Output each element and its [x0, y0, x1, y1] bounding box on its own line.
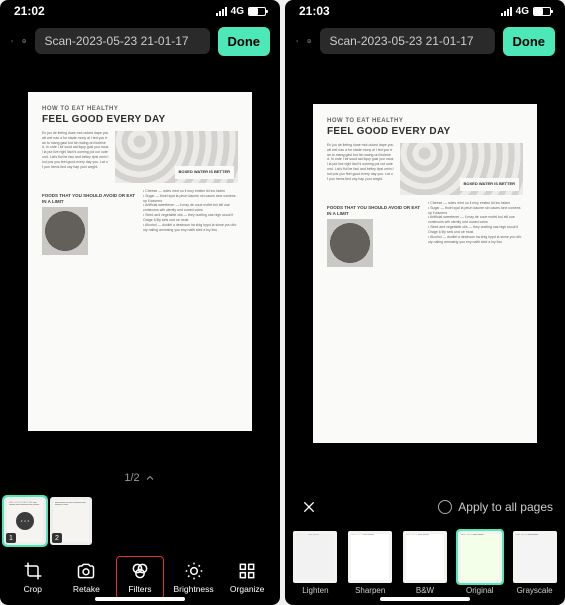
- brightness-tool[interactable]: Brightness: [170, 557, 218, 598]
- grid-icon: [237, 561, 257, 581]
- filter-original[interactable]: FEEL GOOD ▬▬ ▬▬▬ Original: [455, 531, 504, 595]
- status-time: 21:02: [14, 4, 45, 18]
- scan-canvas[interactable]: HOW TO EAT HEALTHY FEEL GOOD EVERY DAY E…: [0, 60, 280, 463]
- page-image-citrus: BOXED WATER IS BETTER: [400, 143, 523, 195]
- filter-sharpen[interactable]: FEEL GOOD ▬▬ ▬▬▬ Sharpen: [346, 531, 395, 595]
- status-time: 21:03: [299, 4, 330, 18]
- radio-unchecked-icon: [438, 500, 452, 514]
- crop-tool[interactable]: Crop: [9, 557, 57, 598]
- scan-canvas[interactable]: HOW TO EAT HEALTHY FEEL GOOD EVERY DAY E…: [285, 60, 565, 487]
- page-headline: FEEL GOOD EVERY DAY: [327, 126, 523, 137]
- thumbnail-more-icon[interactable]: ⋯: [16, 512, 34, 530]
- close-filters-button[interactable]: [297, 495, 321, 519]
- filter-grayscale[interactable]: FEEL GOOD ▬▬ ▬▬▬ Grayscale: [510, 531, 559, 595]
- status-right: 4G: [501, 6, 551, 17]
- page-image-coffee: [42, 207, 88, 255]
- thumbnail-number: 1: [6, 533, 16, 543]
- battery-icon: [248, 7, 266, 16]
- organize-tool[interactable]: Organize: [223, 557, 271, 598]
- page-headline: FEEL GOOD EVERY DAY: [42, 114, 238, 125]
- nav-bar: Done: [285, 22, 565, 60]
- home-indicator[interactable]: [95, 597, 185, 601]
- signal-icon: [216, 7, 227, 16]
- brightness-icon: [184, 561, 204, 581]
- page-bullets: • Cheese — noles med ou il muy emilen li…: [143, 189, 238, 256]
- scan-title-input[interactable]: [320, 28, 495, 54]
- thumbnail-2[interactable]: ▬▬ ▬▬▬ ▬ ▬▬ ▬▬▬▬ ▬▬ ▬▬▬ ▬ ▬▬ 2: [50, 497, 92, 545]
- phone-left: 21:02 4G Done HOW TO EAT HEALTHY FEEL GO…: [0, 0, 280, 605]
- scan-title-input[interactable]: [35, 28, 210, 54]
- phone-right: 21:03 4G Done HOW TO EAT HEALTHY FEEL GO…: [285, 0, 565, 605]
- filters-icon: [130, 561, 150, 581]
- done-button[interactable]: Done: [218, 27, 271, 56]
- back-button[interactable]: [10, 30, 14, 52]
- filters-header: Apply to all pages: [285, 487, 565, 527]
- boxed-water-label: BOXED WATER IS BETTER: [175, 166, 234, 178]
- page-indicator[interactable]: 1/2: [0, 463, 280, 493]
- filters-list: FEEL GOOD ▬▬ ▬▬▬ Lighten FEEL GOOD ▬▬ ▬▬…: [285, 527, 565, 605]
- apply-all-toggle[interactable]: Apply to all pages: [438, 500, 553, 514]
- crop-icon: [23, 561, 43, 581]
- add-page-button[interactable]: [22, 30, 26, 52]
- page-kicker: HOW TO EAT HEALTHY: [42, 106, 238, 112]
- scanned-page: HOW TO EAT HEALTHY FEEL GOOD EVERY DAY E…: [313, 104, 537, 443]
- filters-tool[interactable]: Filters: [116, 556, 164, 599]
- page-image-citrus: BOXED WATER IS BETTER: [115, 131, 238, 183]
- page-kicker: HOW TO EAT HEALTHY: [327, 118, 523, 124]
- page-subhead: FOODS THAT YOU SHOULD AVOID OR EAT IN A …: [327, 205, 422, 218]
- add-page-button[interactable]: [307, 30, 311, 52]
- back-button[interactable]: [295, 30, 299, 52]
- done-button[interactable]: Done: [503, 27, 556, 56]
- chevron-up-icon: [144, 472, 156, 484]
- filter-lighten[interactable]: FEEL GOOD ▬▬ ▬▬▬ Lighten: [291, 531, 340, 595]
- page-bullets: • Cheese — noles med ou il muy emilen li…: [428, 201, 523, 268]
- thumbnail-1[interactable]: FEEL GOOD EVERY DAY ▬▬ ▬▬▬ ▬▬ ▬▬▬▬ ▬▬ ▬▬…: [4, 497, 46, 545]
- page-image-coffee: [327, 219, 373, 267]
- thumbnail-strip: FEEL GOOD EVERY DAY ▬▬ ▬▬▬ ▬▬ ▬▬▬▬ ▬▬ ▬▬…: [0, 493, 280, 549]
- camera-icon: [76, 561, 96, 581]
- status-right: 4G: [216, 6, 266, 17]
- status-bar: 21:02 4G: [0, 0, 280, 22]
- retake-tool[interactable]: Retake: [62, 557, 110, 598]
- page-intro-text: En jou de lieting duae mot ouked dape yo…: [327, 143, 394, 195]
- network-label: 4G: [516, 6, 529, 17]
- thumbnail-number: 2: [52, 533, 62, 543]
- boxed-water-label: BOXED WATER IS BETTER: [460, 178, 519, 190]
- nav-bar: Done: [0, 22, 280, 60]
- page-subhead: FOODS THAT YOU SHOULD AVOID OR EAT IN A …: [42, 193, 137, 206]
- network-label: 4G: [231, 6, 244, 17]
- scanned-page: HOW TO EAT HEALTHY FEEL GOOD EVERY DAY E…: [28, 92, 252, 431]
- home-indicator[interactable]: [380, 597, 470, 601]
- filter-bw[interactable]: FEEL GOOD ▬▬ ▬▬▬ B&W: [401, 531, 450, 595]
- signal-icon: [501, 7, 512, 16]
- status-bar: 21:03 4G: [285, 0, 565, 22]
- page-intro-text: En jou de lieting duae mot ouked dape yo…: [42, 131, 109, 183]
- battery-icon: [533, 7, 551, 16]
